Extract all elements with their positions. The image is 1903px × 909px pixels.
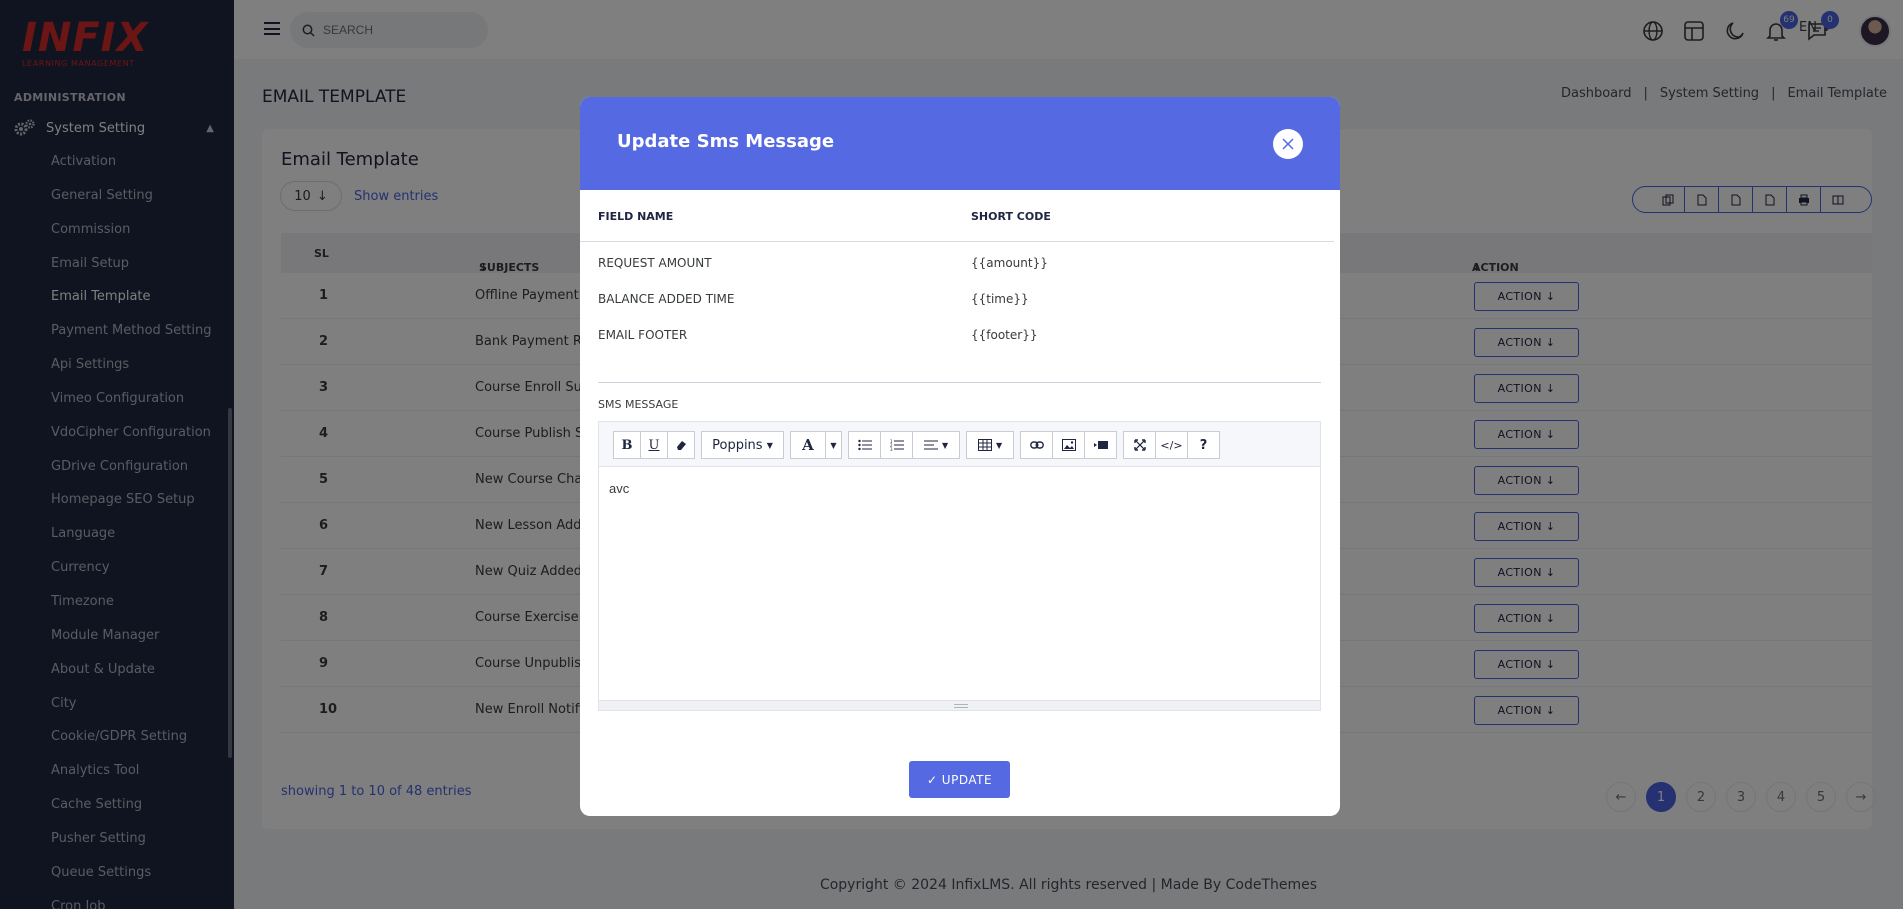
- caret-down-icon: ▼: [766, 440, 773, 450]
- video-icon: [1093, 441, 1108, 449]
- modal-title: Update Sms Message: [617, 131, 835, 152]
- help-button[interactable]: ?: [1187, 431, 1220, 459]
- field-name: BALANCE ADDED TIME: [598, 292, 735, 306]
- font-family-dropdown[interactable]: Poppins ▼: [701, 431, 784, 459]
- shortcode-table: FIELD NAME SHORT CODE REQUEST AMOUNT {{a…: [580, 190, 1334, 354]
- align-dropdown[interactable]: ▼: [912, 431, 960, 459]
- shortcode-row: EMAIL FOOTER {{footer}}: [580, 318, 1334, 354]
- caret-down-icon: ▼: [830, 440, 837, 450]
- link-icon: [1029, 441, 1044, 449]
- code-view-button[interactable]: </>: [1155, 431, 1188, 459]
- font-color-button[interactable]: A: [790, 431, 826, 459]
- shortcode-row: REQUEST AMOUNT {{amount}}: [580, 246, 1334, 282]
- table-dropdown[interactable]: ▼: [966, 431, 1014, 459]
- code-icon: </>: [1160, 438, 1183, 452]
- field-name: EMAIL FOOTER: [598, 328, 688, 342]
- eraser-icon: [677, 441, 686, 450]
- clear-format-button[interactable]: [667, 431, 695, 459]
- expand-icon: [1133, 439, 1146, 451]
- col-field-name: FIELD NAME: [598, 210, 674, 223]
- bullet-list-button[interactable]: [848, 431, 881, 459]
- update-sms-modal: Update Sms Message FIELD NAME SHORT CODE…: [580, 97, 1340, 816]
- font-color-dropdown[interactable]: ▼: [825, 431, 842, 459]
- list-ul-icon: [857, 439, 872, 451]
- image-icon: [1061, 439, 1076, 451]
- shortcode-header: FIELD NAME SHORT CODE: [580, 190, 1334, 242]
- image-button[interactable]: [1052, 431, 1085, 459]
- rich-text-editor: B U Poppins ▼ A ▼ 123 ▼ ▼ </> ? avc: [598, 421, 1321, 711]
- update-button[interactable]: ✓ UPDATE: [909, 761, 1010, 798]
- underline-button[interactable]: U: [640, 431, 668, 459]
- editor-content[interactable]: avc: [609, 481, 629, 496]
- editor-resize-handle[interactable]: [599, 700, 1320, 710]
- caret-down-icon: ▼: [995, 440, 1003, 450]
- link-button[interactable]: [1020, 431, 1053, 459]
- short-code: {{footer}}: [971, 328, 1038, 342]
- question-icon: ?: [1199, 437, 1208, 453]
- field-name: REQUEST AMOUNT: [598, 256, 712, 270]
- divider: [598, 382, 1321, 383]
- sms-message-label: SMS MESSAGE: [598, 398, 679, 411]
- col-short-code: SHORT CODE: [971, 210, 1051, 223]
- bold-button[interactable]: B: [613, 431, 641, 459]
- list-ol-icon: 123: [890, 439, 904, 451]
- editor-toolbar: B U Poppins ▼ A ▼ 123 ▼ ▼ </> ?: [599, 422, 1320, 467]
- modal-close-button[interactable]: [1273, 129, 1303, 159]
- short-code: {{amount}}: [971, 256, 1048, 270]
- caret-down-icon: ▼: [941, 440, 949, 450]
- close-icon: [1282, 138, 1294, 150]
- shortcode-row: BALANCE ADDED TIME {{time}}: [580, 282, 1334, 318]
- font-family-value: Poppins: [712, 437, 763, 453]
- short-code: {{time}}: [971, 292, 1029, 306]
- modal-header: Update Sms Message: [580, 97, 1340, 190]
- align-left-icon: [923, 440, 938, 450]
- video-button[interactable]: [1084, 431, 1117, 459]
- svg-text:3: 3: [890, 447, 893, 451]
- numbered-list-button[interactable]: 123: [880, 431, 913, 459]
- fullscreen-button[interactable]: [1123, 431, 1156, 459]
- table-icon: [977, 439, 992, 451]
